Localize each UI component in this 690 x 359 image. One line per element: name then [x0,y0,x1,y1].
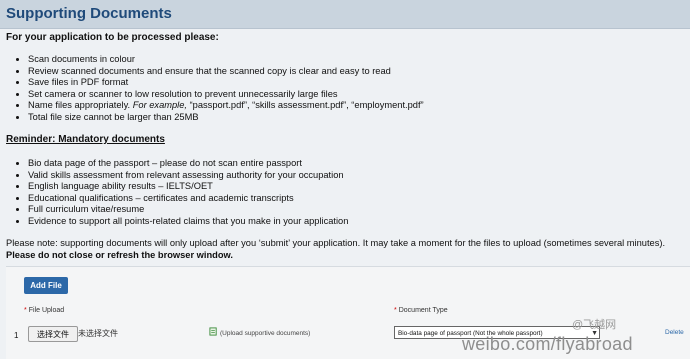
list-item: English language ability results – IELTS… [28,181,348,193]
required-marker: * [394,307,397,314]
file-upload-panel: Add File * File Upload * Document Type 1 选… [6,266,690,359]
chevron-down-icon: ▼ [591,330,598,337]
list-item: Educational qualifications – certificate… [28,193,348,205]
list-item-suffix: “passport.pdf”, “skills assessment.pdf”,… [187,100,424,111]
list-item: Evidence to support all points-related c… [28,216,348,228]
processing-requirements-list: Scan documents in colour Review scanned … [12,54,424,124]
required-marker: * [24,307,27,314]
list-item-prefix: Name files appropriately. [28,100,133,111]
upload-note-warning: Please do not close or refresh the brows… [6,250,233,260]
list-item: Valid skills assessment from relevant as… [28,170,348,182]
mandatory-documents-list: Bio data page of the passport – please d… [12,158,348,228]
choose-file-button[interactable]: 选择文件 [28,326,78,342]
delete-link[interactable]: Delete [665,329,684,336]
reminder-heading: Reminder: Mandatory documents [6,134,165,145]
add-file-button[interactable]: Add File [24,277,68,294]
document-icon [209,327,217,336]
upload-hint-text: (Upload supportive documents) [220,330,311,337]
list-item: Total file size cannot be larger than 25… [28,112,424,124]
list-item: Save files in PDF format [28,77,424,89]
document-type-column-label: * Document Type [394,307,448,314]
document-type-select[interactable]: Bio-data page of passport (Not the whole… [394,326,600,339]
list-item-example-label: For example, [132,100,187,111]
list-item: Scan documents in colour [28,54,424,66]
list-item: Name files appropriately. For example, “… [28,100,424,112]
page-title: Supporting Documents [6,5,172,22]
upload-note: Please note: supporting documents will o… [6,237,686,261]
list-item: Bio data page of the passport – please d… [28,158,348,170]
file-upload-label-text: File Upload [28,307,65,314]
intro-heading: For your application to be processed ple… [6,32,219,43]
document-type-label-text: Document Type [398,307,448,314]
no-file-chosen-text: 未选择文件 [78,329,118,338]
list-item: Review scanned documents and ensure that… [28,66,424,78]
document-type-selected-value: Bio-data page of passport (Not the whole… [398,330,543,337]
row-number: 1 [14,331,19,340]
page-header: Supporting Documents [0,0,690,29]
list-item: Set camera or scanner to low resolution … [28,89,424,101]
file-upload-column-label: * File Upload [24,307,64,314]
upload-note-text: Please note: supporting documents will o… [6,238,666,248]
list-item: Full curriculum vitae/resume [28,204,348,216]
